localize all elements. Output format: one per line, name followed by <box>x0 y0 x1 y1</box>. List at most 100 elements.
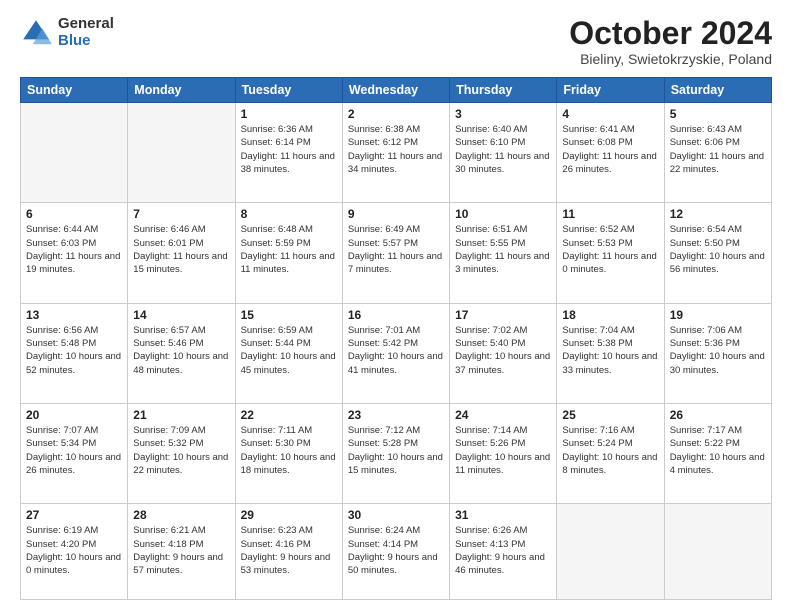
day-number: 15 <box>241 308 337 322</box>
calendar-day-cell: 12 Sunrise: 6:54 AMSunset: 5:50 PMDayligh… <box>664 203 771 303</box>
day-number: 31 <box>455 508 551 522</box>
day-info: Sunrise: 7:01 AMSunset: 5:42 PMDaylight:… <box>348 324 444 377</box>
day-info: Sunrise: 6:48 AMSunset: 5:59 PMDaylight:… <box>241 223 337 276</box>
day-number: 11 <box>562 207 658 221</box>
day-number: 8 <box>241 207 337 221</box>
day-number: 30 <box>348 508 444 522</box>
day-number: 3 <box>455 107 551 121</box>
calendar-day-cell: 23Sunrise: 7:12 AMSunset: 5:28 PMDayligh… <box>342 404 449 504</box>
calendar-week-row: 20 Sunrise: 7:07 AMSunset: 5:34 PMDayligh… <box>21 404 772 504</box>
day-number: 17 <box>455 308 551 322</box>
day-info: Sunrise: 6:57 AMSunset: 5:46 PMDaylight:… <box>133 324 229 377</box>
day-info: Sunrise: 6:49 AMSunset: 5:57 PMDaylight:… <box>348 223 444 276</box>
location: Bieliny, Swietokrzyskie, Poland <box>569 51 772 67</box>
day-number: 2 <box>348 107 444 121</box>
day-number: 14 <box>133 308 229 322</box>
calendar-day-cell: 3Sunrise: 6:40 AMSunset: 6:10 PMDaylight… <box>450 103 557 203</box>
day-number: 1 <box>241 107 337 121</box>
day-number: 29 <box>241 508 337 522</box>
day-number: 7 <box>133 207 229 221</box>
calendar-day-cell: 26 Sunrise: 7:17 AMSunset: 5:22 PMDayligh… <box>664 404 771 504</box>
day-info: Sunrise: 6:36 AMSunset: 6:14 PMDaylight:… <box>241 123 337 176</box>
day-number: 12 <box>670 207 766 221</box>
calendar-day-cell: 27 Sunrise: 6:19 AMSunset: 4:20 PMDayligh… <box>21 504 128 600</box>
calendar-day-cell <box>128 103 235 203</box>
calendar-day-cell: 19Sunrise: 7:06 AMSunset: 5:36 PMDayligh… <box>664 303 771 403</box>
day-info: Sunrise: 6:59 AMSunset: 5:44 PMDaylight:… <box>241 324 337 377</box>
calendar-day-cell: 4Sunrise: 6:41 AMSunset: 6:08 PMDaylight… <box>557 103 664 203</box>
calendar-week-row: 13 Sunrise: 6:56 AMSunset: 5:48 PMDayligh… <box>21 303 772 403</box>
calendar-day-cell: 31Sunrise: 6:26 AMSunset: 4:13 PMDayligh… <box>450 504 557 600</box>
day-info: Sunrise: 7:12 AMSunset: 5:28 PMDaylight:… <box>348 424 444 477</box>
day-info: Sunrise: 7:04 AMSunset: 5:38 PMDaylight:… <box>562 324 658 377</box>
day-number: 24 <box>455 408 551 422</box>
day-number: 10 <box>455 207 551 221</box>
day-number: 26 <box>670 408 766 422</box>
calendar-day-cell: 2 Sunrise: 6:38 AMSunset: 6:12 PMDaylight… <box>342 103 449 203</box>
day-number: 20 <box>26 408 122 422</box>
calendar-table: SundayMondayTuesdayWednesdayThursdayFrid… <box>20 77 772 600</box>
day-info: Sunrise: 7:16 AMSunset: 5:24 PMDaylight:… <box>562 424 658 477</box>
calendar-week-row: 27 Sunrise: 6:19 AMSunset: 4:20 PMDayligh… <box>21 504 772 600</box>
calendar-day-cell: 21 Sunrise: 7:09 AMSunset: 5:32 PMDayligh… <box>128 404 235 504</box>
day-number: 5 <box>670 107 766 121</box>
day-number: 21 <box>133 408 229 422</box>
day-info: Sunrise: 7:02 AMSunset: 5:40 PMDaylight:… <box>455 324 551 377</box>
header: General Blue October 2024 Bieliny, Swiet… <box>20 16 772 67</box>
calendar-day-cell: 10Sunrise: 6:51 AMSunset: 5:55 PMDayligh… <box>450 203 557 303</box>
calendar-day-cell: 28 Sunrise: 6:21 AMSunset: 4:18 PMDayligh… <box>128 504 235 600</box>
day-number: 22 <box>241 408 337 422</box>
calendar-day-cell <box>557 504 664 600</box>
weekday-header-row: SundayMondayTuesdayWednesdayThursdayFrid… <box>21 78 772 103</box>
title-block: October 2024 Bieliny, Swietokrzyskie, Po… <box>569 16 772 67</box>
day-number: 4 <box>562 107 658 121</box>
calendar-day-cell: 29 Sunrise: 6:23 AMSunset: 4:16 PMDayligh… <box>235 504 342 600</box>
day-info: Sunrise: 6:46 AMSunset: 6:01 PMDaylight:… <box>133 223 229 276</box>
calendar-day-cell: 16 Sunrise: 7:01 AMSunset: 5:42 PMDayligh… <box>342 303 449 403</box>
calendar-day-cell: 5Sunrise: 6:43 AMSunset: 6:06 PMDaylight… <box>664 103 771 203</box>
calendar-day-cell: 7 Sunrise: 6:46 AMSunset: 6:01 PMDaylight… <box>128 203 235 303</box>
day-info: Sunrise: 7:17 AMSunset: 5:22 PMDaylight:… <box>670 424 766 477</box>
day-info: Sunrise: 6:24 AMSunset: 4:14 PMDaylight:… <box>348 524 444 577</box>
calendar-day-cell: 9 Sunrise: 6:49 AMSunset: 5:57 PMDaylight… <box>342 203 449 303</box>
logo: General Blue <box>20 16 114 49</box>
day-number: 9 <box>348 207 444 221</box>
calendar-day-cell: 24Sunrise: 7:14 AMSunset: 5:26 PMDayligh… <box>450 404 557 504</box>
weekday-header: Tuesday <box>235 78 342 103</box>
weekday-header: Saturday <box>664 78 771 103</box>
calendar-week-row: 1 Sunrise: 6:36 AMSunset: 6:14 PMDaylight… <box>21 103 772 203</box>
calendar-day-cell: 14 Sunrise: 6:57 AMSunset: 5:46 PMDayligh… <box>128 303 235 403</box>
weekday-header: Friday <box>557 78 664 103</box>
logo-blue-text: Blue <box>58 33 114 50</box>
day-number: 6 <box>26 207 122 221</box>
calendar-day-cell: 20 Sunrise: 7:07 AMSunset: 5:34 PMDayligh… <box>21 404 128 504</box>
weekday-header: Thursday <box>450 78 557 103</box>
day-info: Sunrise: 6:19 AMSunset: 4:20 PMDaylight:… <box>26 524 122 577</box>
weekday-header: Monday <box>128 78 235 103</box>
day-info: Sunrise: 6:38 AMSunset: 6:12 PMDaylight:… <box>348 123 444 176</box>
day-info: Sunrise: 6:21 AMSunset: 4:18 PMDaylight:… <box>133 524 229 577</box>
day-number: 13 <box>26 308 122 322</box>
calendar-day-cell: 17 Sunrise: 7:02 AMSunset: 5:40 PMDayligh… <box>450 303 557 403</box>
day-number: 18 <box>562 308 658 322</box>
calendar-week-row: 6Sunrise: 6:44 AMSunset: 6:03 PMDaylight… <box>21 203 772 303</box>
day-number: 25 <box>562 408 658 422</box>
weekday-header: Wednesday <box>342 78 449 103</box>
day-info: Sunrise: 6:56 AMSunset: 5:48 PMDaylight:… <box>26 324 122 377</box>
weekday-header: Sunday <box>21 78 128 103</box>
day-info: Sunrise: 6:52 AMSunset: 5:53 PMDaylight:… <box>562 223 658 276</box>
day-number: 28 <box>133 508 229 522</box>
day-info: Sunrise: 7:11 AMSunset: 5:30 PMDaylight:… <box>241 424 337 477</box>
month-title: October 2024 <box>569 16 772 51</box>
day-number: 19 <box>670 308 766 322</box>
day-number: 16 <box>348 308 444 322</box>
day-number: 27 <box>26 508 122 522</box>
calendar-day-cell <box>664 504 771 600</box>
day-info: Sunrise: 6:23 AMSunset: 4:16 PMDaylight:… <box>241 524 337 577</box>
day-info: Sunrise: 6:54 AMSunset: 5:50 PMDaylight:… <box>670 223 766 276</box>
logo-icon <box>20 17 52 49</box>
day-info: Sunrise: 7:07 AMSunset: 5:34 PMDaylight:… <box>26 424 122 477</box>
calendar-day-cell: 18 Sunrise: 7:04 AMSunset: 5:38 PMDayligh… <box>557 303 664 403</box>
logo-general-text: General <box>58 16 114 33</box>
day-info: Sunrise: 7:09 AMSunset: 5:32 PMDaylight:… <box>133 424 229 477</box>
